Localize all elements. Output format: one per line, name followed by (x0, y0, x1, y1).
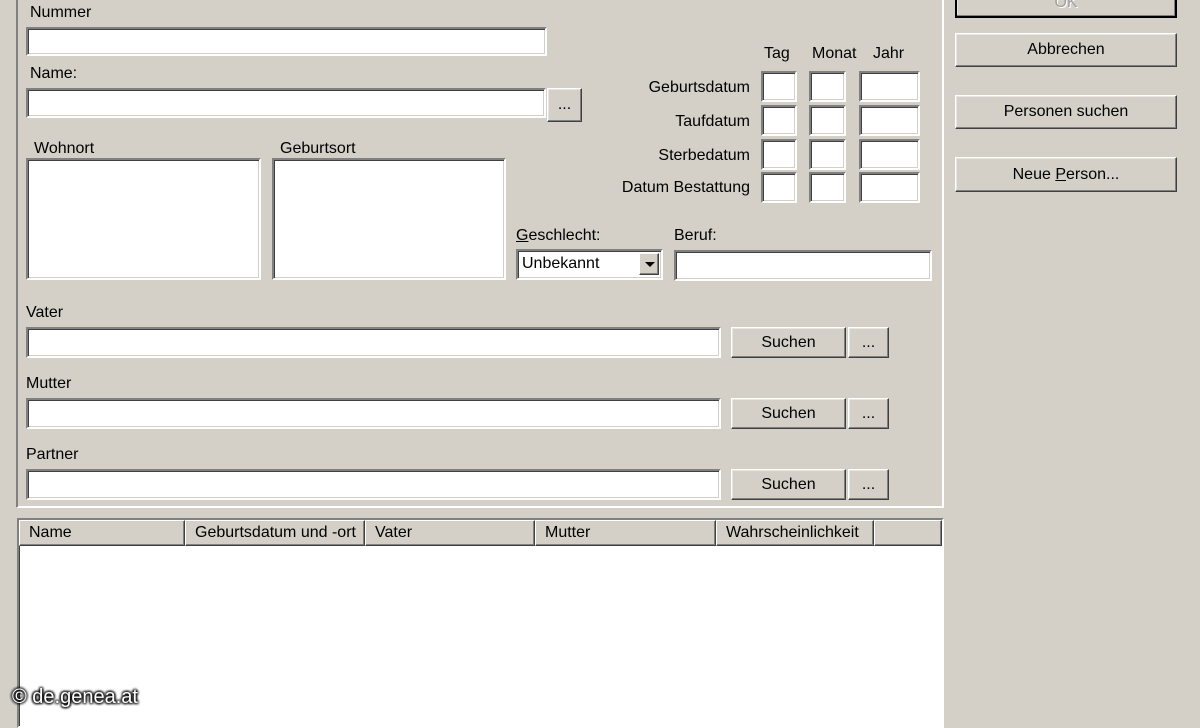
cancel-button-label: Abbrechen (1027, 41, 1105, 58)
burial-year-input[interactable] (859, 172, 920, 203)
month-column-header: Monat (812, 45, 857, 62)
birth-year-input[interactable] (859, 71, 920, 102)
burial-day-input[interactable] (761, 172, 797, 203)
residence-textarea[interactable] (26, 158, 261, 280)
mother-browse-button[interactable]: ... (848, 398, 889, 429)
occupation-input[interactable] (674, 250, 932, 281)
death-year-input[interactable] (859, 139, 920, 170)
search-persons-button[interactable]: Personen suchen (955, 95, 1177, 129)
mother-search-button[interactable]: Suchen (731, 398, 846, 429)
mother-search-button-label: Suchen (761, 404, 816, 422)
birthplace-textarea[interactable] (272, 158, 506, 280)
column-header-mother[interactable]: Mutter (535, 520, 716, 546)
birthplace-label: Geburtsort (280, 140, 356, 157)
death-month-input[interactable] (809, 139, 846, 170)
name-label: Name: (30, 65, 78, 82)
death-date-label: Sterbedatum (658, 147, 750, 164)
partner-input[interactable] (26, 469, 721, 500)
burial-month-input[interactable] (809, 172, 846, 203)
birth-month-input[interactable] (809, 71, 846, 102)
gender-label: Geschlecht: (516, 227, 601, 244)
residence-label: Wohnort (34, 140, 95, 157)
father-search-button[interactable]: Suchen (731, 327, 846, 358)
column-header-father[interactable]: Vater (365, 520, 535, 546)
mother-label: Mutter (26, 375, 72, 392)
column-header-name[interactable]: Name (19, 520, 185, 546)
baptism-month-input[interactable] (809, 105, 846, 136)
gender-select-value: Unbekannt (522, 255, 600, 272)
partner-search-button-label: Suchen (761, 475, 816, 493)
ok-button[interactable]: OK (955, 0, 1177, 18)
partner-browse-button-label: ... (861, 475, 876, 493)
mother-browse-button-label: ... (861, 404, 876, 422)
father-browse-button[interactable]: ... (848, 327, 889, 358)
baptism-year-input[interactable] (859, 105, 920, 136)
name-browse-button-label: ... (557, 96, 572, 113)
number-input[interactable] (26, 27, 547, 56)
baptism-day-input[interactable] (761, 105, 797, 136)
results-list[interactable]: Name Geburtsdatum und -ort Vater Mutter … (17, 518, 944, 728)
gender-select[interactable]: Unbekannt (516, 249, 663, 280)
partner-browse-button[interactable]: ... (848, 469, 889, 500)
birth-day-input[interactable] (761, 71, 797, 102)
partner-label: Partner (26, 446, 79, 463)
watermark: © de.genea.at (12, 686, 138, 708)
chevron-down-icon[interactable] (639, 253, 659, 275)
father-browse-button-label: ... (861, 333, 876, 351)
birth-date-label: Geburtsdatum (648, 79, 750, 96)
column-header-probability[interactable]: Wahrscheinlichkeit (716, 520, 874, 546)
father-input[interactable] (26, 327, 721, 358)
occupation-label: Beruf: (674, 227, 717, 244)
death-day-input[interactable] (761, 139, 797, 170)
cancel-button[interactable]: Abbrechen (955, 33, 1177, 67)
father-search-button-label: Suchen (761, 333, 816, 351)
new-person-button[interactable]: Neue Person... (955, 157, 1177, 192)
name-input[interactable] (26, 88, 546, 118)
burial-date-label: Datum Bestattung (621, 179, 750, 196)
mother-input[interactable] (26, 398, 721, 429)
search-persons-button-label: Personen suchen (1003, 103, 1129, 120)
column-header-filler (874, 520, 942, 546)
day-column-header: Tag (764, 45, 790, 62)
father-label: Vater (26, 304, 64, 321)
new-person-button-label: Neue Person... (1012, 165, 1120, 183)
partner-search-button[interactable]: Suchen (731, 469, 846, 500)
column-header-birth[interactable]: Geburtsdatum und -ort (185, 520, 365, 546)
number-label: Nummer (30, 4, 92, 21)
year-column-header: Jahr (873, 45, 905, 62)
ok-button-label: OK (1054, 0, 1078, 11)
baptism-date-label: Taufdatum (675, 113, 750, 130)
